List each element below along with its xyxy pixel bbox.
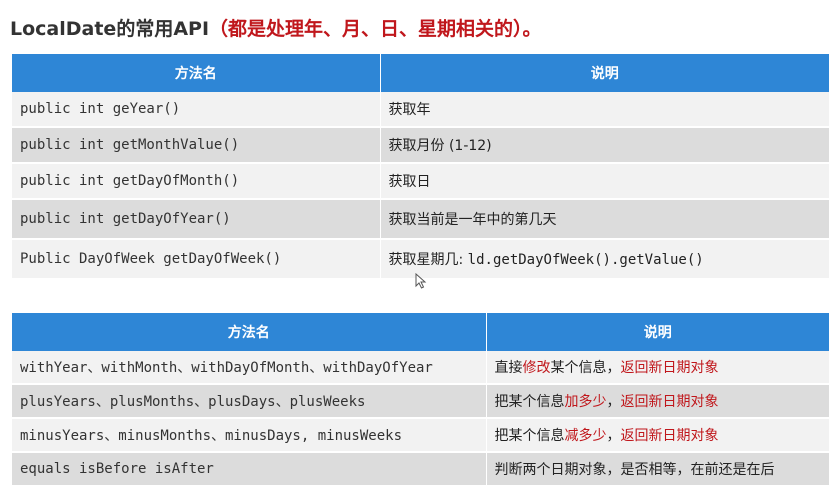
description-text: 把某个信息	[494, 428, 565, 444]
description-text: 直接	[494, 360, 523, 376]
description-highlight: 返回新日期对象	[620, 360, 719, 376]
description-cell: 把某个信息减多少，返回新日期对象	[486, 418, 829, 453]
method-cell: plusYears、plusMonths、plusDays、plusWeeks	[12, 384, 487, 419]
method-cell: public int geYear()	[12, 92, 381, 128]
description-cell: 获取当前是一年中的第几天	[380, 199, 829, 240]
description-cell: 直接修改某个信息，返回新日期对象	[486, 351, 829, 385]
method-cell: withYear、withMonth、withDayOfMonth、withDa…	[12, 351, 487, 385]
description-text: ，	[606, 428, 621, 444]
table-row: public int geYear() 获取年	[12, 92, 829, 128]
description-code: ld.getDayOfWeek().getValue()	[467, 252, 704, 268]
title-highlight: （都是处理年、月、日、星期相关的）。	[209, 18, 542, 40]
description-text: 获取星期几:	[388, 252, 468, 268]
description-cell: 判断两个日期对象，是否相等，在前还是在后	[486, 452, 829, 487]
modifier-api-table: 方法名 说明 withYear、withMonth、withDayOfMonth…	[12, 313, 829, 487]
description-cell: 获取月份 (1-12)	[380, 127, 829, 164]
title-prefix: LocalDate的常用API	[10, 18, 210, 40]
description-highlight: 减多少	[564, 428, 607, 444]
description-highlight: 修改	[522, 360, 551, 376]
method-cell: public int getDayOfYear()	[12, 199, 381, 240]
description-highlight: 返回新日期对象	[620, 428, 719, 444]
description-cell: 把某个信息加多少，返回新日期对象	[486, 384, 829, 419]
column-header-method: 方法名	[12, 313, 487, 351]
description-cell: 获取星期几: ld.getDayOfWeek().getValue()	[380, 239, 829, 280]
column-header-method: 方法名	[12, 54, 381, 92]
description-highlight: 返回新日期对象	[620, 394, 719, 410]
method-cell: public int getDayOfMonth()	[12, 163, 381, 200]
column-header-description: 说明	[380, 54, 829, 92]
mouse-pointer-icon	[415, 273, 427, 289]
table-row: withYear、withMonth、withDayOfMonth、withDa…	[12, 351, 829, 385]
method-cell: minusYears、minusMonths、minusDays, minusW…	[12, 418, 487, 453]
description-highlight: 加多少	[564, 394, 607, 410]
table-row: minusYears、minusMonths、minusDays, minusW…	[12, 418, 829, 453]
table-row: public int getDayOfYear() 获取当前是一年中的第几天	[12, 199, 829, 240]
method-cell: public int getMonthValue()	[12, 127, 381, 164]
table-header-row: 方法名 说明	[12, 313, 829, 351]
description-cell: 获取年	[380, 92, 829, 128]
description-text: 把某个信息	[494, 394, 565, 410]
description-text: ，	[606, 394, 621, 410]
method-cell: Public DayOfWeek getDayOfWeek()	[12, 239, 381, 280]
table-row: public int getDayOfMonth() 获取日	[12, 163, 829, 200]
table-header-row: 方法名 说明	[12, 54, 829, 92]
page-title: LocalDate的常用API（都是处理年、月、日、星期相关的）。	[10, 14, 542, 41]
table-row: plusYears、plusMonths、plusDays、plusWeeks …	[12, 384, 829, 419]
column-header-description: 说明	[486, 313, 829, 351]
method-cell: equals isBefore isAfter	[12, 452, 487, 487]
getter-api-table: 方法名 说明 public int geYear() 获取年 public in…	[12, 54, 829, 280]
table-row: equals isBefore isAfter 判断两个日期对象，是否相等，在前…	[12, 452, 829, 487]
description-cell: 获取日	[380, 163, 829, 200]
description-text: 某个信息，	[550, 360, 621, 376]
table-row: public int getMonthValue() 获取月份 (1-12)	[12, 127, 829, 164]
